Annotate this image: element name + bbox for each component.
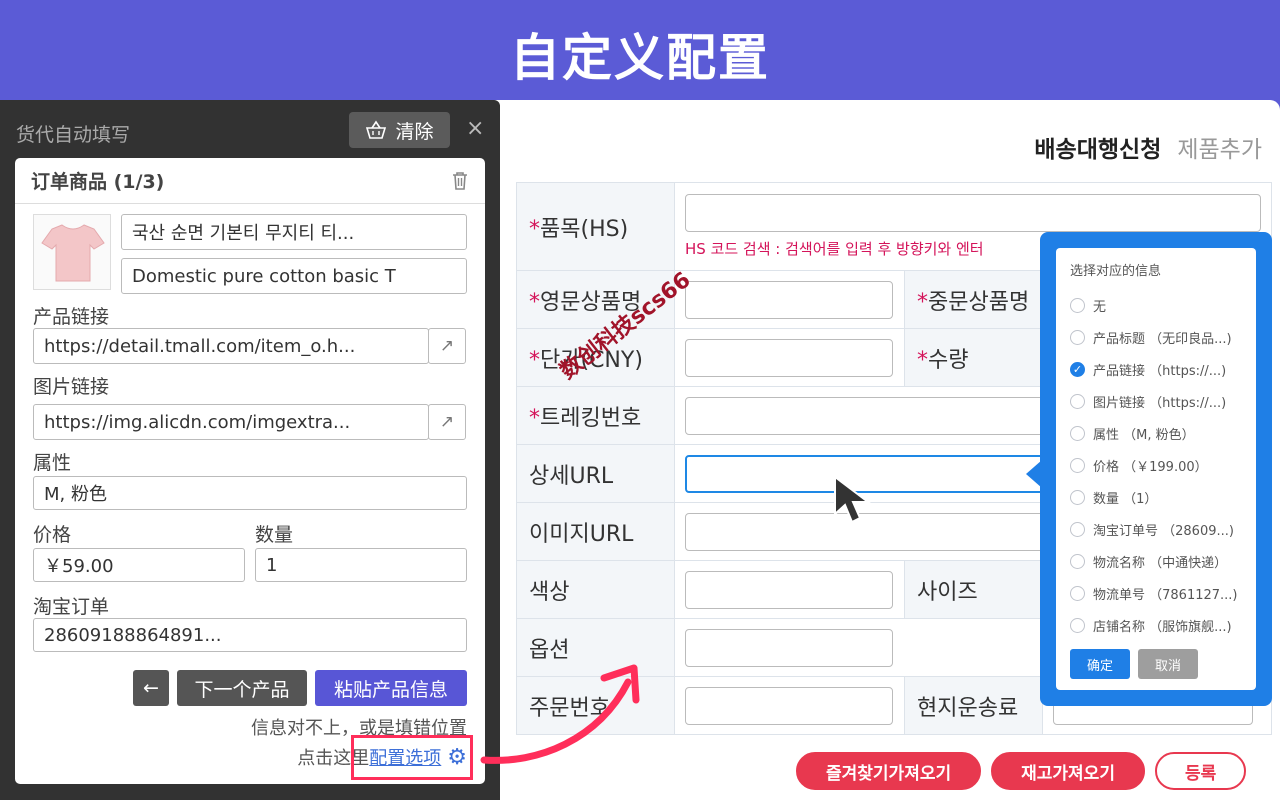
quantity-field[interactable]: 1: [255, 548, 467, 582]
radio-icon: [1070, 393, 1085, 409]
autofill-panel: 货代自动填写 清除 × 订单商品 (1/3) 국산 순면 기본티 무지티 티..…: [0, 100, 500, 800]
card-header: 订单商品 (1/3): [15, 158, 485, 204]
page-tabs: 배송대행신청 제품추가: [1034, 130, 1262, 164]
radio-icon: [1070, 585, 1085, 601]
price-label: 价格: [33, 524, 72, 546]
color-input[interactable]: [685, 570, 893, 609]
detail-url-label: 상세URL: [516, 444, 675, 503]
trash-icon[interactable]: [451, 171, 469, 191]
radio-icon: [1070, 553, 1085, 569]
favorites-button[interactable]: 즐겨찾기가져오기: [796, 752, 982, 790]
radio-icon: [1070, 617, 1085, 633]
radio-icon: [1070, 329, 1085, 345]
taobao-order-label: 淘宝订单: [33, 596, 110, 618]
order-item-card: 订单商品 (1/3) 국산 순면 기본티 무지티 티... Domestic p…: [15, 158, 485, 784]
option-quantity[interactable]: 数量 （1）: [1070, 481, 1242, 513]
tab-shipping-request[interactable]: 배송대행신청: [1034, 130, 1161, 164]
link-label: 产品链接: [33, 306, 110, 328]
order-no-input[interactable]: [685, 686, 893, 725]
option-attribute[interactable]: 属性 （M, 粉色）: [1070, 417, 1242, 449]
paste-product-button[interactable]: 粘贴产品信息: [315, 670, 467, 706]
dropdown-cancel-button[interactable]: 取消: [1138, 649, 1198, 679]
dropdown-title: 选择对应的信息: [1070, 264, 1162, 279]
quantity-label: 数量: [255, 524, 294, 546]
clear-button[interactable]: 清除: [349, 112, 450, 148]
radio-icon: [1070, 521, 1085, 537]
option-logistics-number[interactable]: 物流单号 （7861127...): [1070, 577, 1242, 609]
tshirt-image: [41, 224, 105, 282]
cn-name-label: *중문상품명: [904, 270, 1043, 329]
card-title: 订单商品 (1/3): [31, 171, 165, 193]
image-url-label: 이미지URL: [516, 502, 675, 561]
taobao-order-field[interactable]: 28609188864891...: [33, 618, 467, 652]
option-price[interactable]: 价格 （￥199.00）: [1070, 449, 1242, 481]
hs-label: *품목(HS): [516, 182, 675, 271]
radio-icon: [1070, 489, 1085, 505]
product-link-field[interactable]: https://detail.tmall.com/item_o.h...: [33, 328, 429, 364]
panel-title: 货代自动填写: [16, 124, 131, 146]
price-field[interactable]: ￥59.00: [33, 548, 245, 582]
price-input[interactable]: [685, 338, 893, 377]
option-logistics-name[interactable]: 物流名称 （中通快递）: [1070, 545, 1242, 577]
radio-icon: [1070, 425, 1085, 441]
stock-button[interactable]: 재고가져오기: [991, 752, 1145, 790]
tracking-label: *트레킹번호: [516, 386, 675, 445]
local-shipping-label: 현지운송료: [904, 676, 1043, 735]
register-button[interactable]: 등록: [1154, 752, 1247, 790]
option-shop-name[interactable]: 店铺名称 （服饰旗舰...): [1070, 609, 1242, 641]
external-link-icon[interactable]: ↗: [428, 328, 466, 364]
annotation-arrow-icon: [480, 664, 640, 764]
option-input[interactable]: [685, 628, 893, 667]
eng-name-input[interactable]: [685, 280, 893, 319]
dropdown-ok-button[interactable]: 确定: [1070, 649, 1130, 679]
qty-label: *수량: [904, 328, 1043, 387]
tab-add-product[interactable]: 제품추가: [1177, 130, 1262, 164]
form-actions: 즐겨찾기가져오기 재고가져오기 등록: [796, 752, 1247, 790]
banner: 自定义配置: [0, 0, 1280, 100]
product-thumbnail: [33, 214, 111, 290]
option-product-link[interactable]: ✓ 产品链接 （https://...): [1070, 353, 1242, 385]
option-taobao-order[interactable]: 淘宝订单号 （28609...): [1070, 513, 1242, 545]
attribute-label: 属性: [33, 452, 72, 474]
banner-title: 自定义配置: [510, 29, 770, 87]
product-title-en[interactable]: Domestic pure cotton basic T: [121, 258, 467, 294]
mouse-cursor-icon: [834, 474, 871, 524]
highlight-box: [351, 735, 473, 780]
image-link-label: 图片链接: [33, 376, 110, 398]
mapping-dropdown-body: 选择对应的信息 无 产品标题 （无印良品...) ✓ 产品链接 （https://…: [1056, 248, 1256, 690]
option-product-title[interactable]: 产品标题 （无印良品...): [1070, 321, 1242, 353]
size-label: 사이즈: [904, 560, 1043, 619]
product-title-ko[interactable]: 국산 순면 기본티 무지티 티...: [121, 214, 467, 250]
color-label: 색상: [516, 560, 675, 619]
option-none[interactable]: 无: [1070, 289, 1242, 321]
next-product-button[interactable]: 下一个产品: [177, 670, 307, 706]
attribute-field[interactable]: M, 粉色: [33, 476, 467, 510]
mapping-dropdown: 选择对应的信息 无 产品标题 （无印良品...) ✓ 产品链接 （https://…: [1040, 232, 1272, 706]
radio-checked-icon: ✓: [1070, 361, 1085, 377]
previous-button[interactable]: ←: [133, 670, 169, 706]
hs-input[interactable]: [685, 194, 1261, 232]
radio-icon: [1070, 297, 1085, 313]
clear-button-label: 清除: [395, 120, 434, 143]
radio-icon: [1070, 457, 1085, 473]
option-image-link[interactable]: 图片链接 （https://...): [1070, 385, 1242, 417]
external-link-icon[interactable]: ↗: [428, 404, 466, 440]
image-link-field[interactable]: https://img.alicdn.com/imgextra...: [33, 404, 429, 440]
basket-icon: [366, 120, 387, 139]
close-icon[interactable]: ×: [466, 116, 484, 141]
dropdown-actions: 确定 取消: [1070, 649, 1242, 679]
